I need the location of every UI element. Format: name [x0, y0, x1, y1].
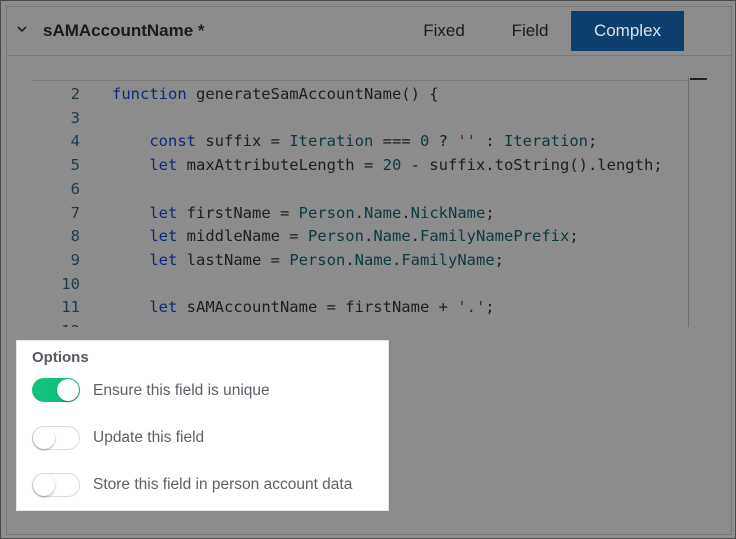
code-line: 7 let firstName = Person.Name.NickName;: [32, 201, 495, 225]
editor-scrollbar-track[interactable]: [688, 77, 689, 327]
tab-field[interactable]: Field: [490, 11, 570, 51]
line-number: 12: [32, 319, 80, 327]
code-token: :: [476, 132, 505, 151]
code-token: .: [345, 250, 355, 269]
line-number: 2: [70, 85, 80, 103]
code-token: const: [149, 132, 196, 151]
line-number: 7: [70, 203, 80, 222]
code-line: 11 let sAMAccountName = firstName + '.';: [32, 295, 495, 319]
code-token: sAMAccountName = firstName +: [177, 298, 458, 317]
code-token: let: [149, 298, 178, 317]
code-token: - suffix.toString().length;: [401, 156, 663, 175]
code-line: 8 let middleName = Person.Name.FamilyNam…: [32, 224, 579, 248]
code-token: ===: [373, 132, 420, 151]
code-token: .: [354, 203, 364, 222]
chevron-down-icon[interactable]: [16, 23, 28, 35]
line-number: 8: [70, 227, 80, 246]
code-token: .: [363, 227, 374, 246]
line-number: 4: [70, 132, 80, 151]
code-token: ;: [494, 250, 504, 269]
code-token: maxAttributeLength =: [177, 156, 383, 175]
code-token: 20: [382, 156, 402, 175]
code-token: let: [149, 203, 178, 222]
code-token: .: [410, 227, 420, 246]
options-title: Options: [32, 349, 89, 366]
code-token: FamilyNamePrefix: [420, 227, 570, 246]
code-line: 3: [32, 106, 112, 130]
line-number: 9: [70, 250, 80, 269]
code-token: lastName =: [177, 250, 290, 269]
code-token: NickName: [410, 203, 486, 222]
tab-fixed[interactable]: Fixed: [397, 11, 491, 51]
code-token: '': [457, 132, 477, 151]
code-token: Person: [289, 250, 346, 269]
store-field-label: Store this field in person account data: [93, 476, 353, 493]
code-token: Person: [298, 203, 355, 222]
line-number: 5: [70, 156, 80, 175]
line-number: 10: [61, 274, 80, 293]
store-field-toggle[interactable]: [32, 473, 80, 497]
code-line: 2 function generateSamAccountName() {: [32, 82, 439, 106]
toggle-knob: [33, 427, 55, 449]
code-token: Name: [354, 250, 392, 269]
code-token: generateSamAccountName() {: [186, 85, 439, 103]
code-token: Name: [364, 203, 402, 222]
toggle-knob: [33, 474, 55, 496]
code-token: 0: [420, 132, 430, 151]
line-number: 6: [70, 179, 80, 198]
update-field-label: Update this field: [93, 429, 205, 446]
code-token: suffix =: [196, 132, 290, 151]
ensure-unique-label: Ensure this field is unique: [93, 382, 270, 399]
ensure-unique-toggle[interactable]: [32, 378, 80, 402]
code-token: let: [149, 156, 178, 175]
code-token: FamilyName: [401, 250, 495, 269]
code-token: ;: [485, 203, 495, 222]
code-token: Iteration: [504, 132, 589, 151]
minimize-icon[interactable]: [690, 78, 707, 80]
update-field-toggle[interactable]: [32, 426, 80, 450]
code-token: let: [149, 250, 178, 269]
tab-complex[interactable]: Complex: [571, 11, 684, 51]
field-title: sAMAccountName *: [43, 21, 205, 40]
code-token: function: [112, 85, 187, 103]
code-token: ;: [569, 227, 579, 246]
code-line: 6: [32, 177, 112, 201]
line-number: 3: [70, 108, 80, 127]
field-header: sAMAccountName * Fixed Field Complex: [7, 7, 731, 56]
dialog-frame: sAMAccountName * Fixed Field Complex 2 fu…: [0, 0, 736, 539]
code-token: Name: [373, 227, 411, 246]
code-token: Iteration: [289, 132, 374, 151]
code-line: 9 let lastName = Person.Name.FamilyName;: [32, 248, 504, 272]
code-token: middleName =: [177, 227, 308, 246]
code-token: firstName =: [177, 203, 299, 222]
code-line: 12: [32, 319, 112, 327]
code-token: ;: [588, 132, 598, 151]
code-token: let: [149, 227, 178, 246]
code-line: 4 const suffix = Iteration === 0 ? '' : …: [32, 129, 598, 153]
code-token: '.': [457, 298, 486, 317]
code-line: 5 let maxAttributeLength = 20 - suffix.t…: [32, 153, 663, 177]
toggle-knob: [57, 379, 79, 401]
code-line: 10: [32, 272, 112, 296]
code-token: Person: [307, 227, 364, 246]
code-editor[interactable]: 2 function generateSamAccountName() { 3 4 c…: [32, 77, 703, 327]
code-token: ;: [485, 298, 495, 317]
code-token: ?: [429, 132, 458, 151]
options-panel: Options Ensure this field is unique Upda…: [16, 340, 389, 511]
line-number: 11: [61, 298, 80, 317]
code-token: .: [401, 203, 411, 222]
code-token: .: [391, 250, 402, 269]
